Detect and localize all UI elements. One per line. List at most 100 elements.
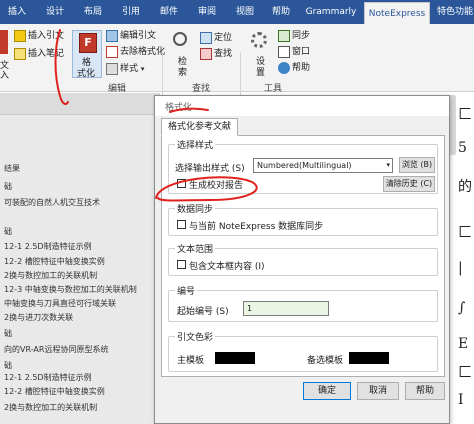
nav-item[interactable]: 础 — [4, 360, 12, 371]
style-label: 样式 — [120, 64, 139, 74]
text-range-section-title: 文本范围 — [175, 242, 216, 255]
style-dropdown[interactable]: 样式 ▾ — [106, 61, 144, 75]
edit-citation-button[interactable]: 编辑引文 — [106, 28, 156, 42]
numbering-section-title: 编号 — [175, 284, 198, 297]
sync-button[interactable]: 同步 — [278, 28, 310, 42]
primary-color-swatch[interactable] — [215, 352, 255, 364]
tab-view[interactable]: 视图 — [228, 0, 262, 24]
document-glyph: E — [458, 336, 469, 352]
nav-item[interactable]: 中轴变换与刀具直径可行域关联 — [4, 298, 116, 309]
remove-format-label: 去除格式化 — [120, 47, 166, 57]
include-textbox-checkbox[interactable] — [177, 260, 186, 269]
style-icon — [106, 62, 118, 75]
style-section: 选择样式 选择输出样式 (S) Numbered(Multilingual) ▾… — [168, 138, 438, 194]
nav-item[interactable]: 结果 — [4, 163, 20, 174]
nav-item[interactable]: 12-2 槽腔特征中轴变换实例 — [4, 386, 105, 397]
insert-note-button[interactable]: 插入笔记 — [14, 46, 64, 60]
insert-citation-button[interactable]: 插入引文 — [14, 28, 64, 42]
cancel-button[interactable]: 取消 — [357, 382, 399, 400]
help-icon — [278, 61, 290, 74]
insert-citation-label: 插入引文 — [28, 31, 65, 41]
navigation-pane-header — [0, 93, 160, 115]
data-sync-section: 数据同步 与当前 NoteExpress 数据库同步 — [168, 202, 438, 236]
generate-report-label[interactable]: 生成校对报告 — [189, 178, 243, 191]
document-glyph: 匚 — [458, 365, 472, 381]
find-label: 查找 — [214, 49, 233, 59]
help-label: 帮助 — [292, 63, 311, 73]
remove-format-button[interactable]: 去除格式化 — [106, 44, 165, 58]
chevron-down-icon: ▾ — [140, 65, 145, 73]
search-icon — [173, 32, 187, 46]
format-icon: F — [79, 33, 97, 53]
clear-history-button[interactable]: 清除历史 (C) — [383, 176, 435, 192]
sync-database-label[interactable]: 与当前 NoteExpress 数据库同步 — [189, 219, 323, 232]
nav-item[interactable]: 础 — [4, 328, 12, 339]
nav-item[interactable]: 础 — [4, 181, 12, 192]
edit-citation-label: 编辑引文 — [120, 31, 157, 41]
tab-grammarly[interactable]: Grammarly — [300, 0, 362, 24]
find-button[interactable]: 查找 — [200, 46, 232, 60]
primary-template-label: 主模板 — [177, 356, 205, 366]
locate-button[interactable]: 定位 — [200, 30, 232, 44]
locate-label: 定位 — [214, 33, 233, 43]
numbering-section: 编号 起始编号 (S) 1 — [168, 284, 438, 322]
help-dialog-button[interactable]: 帮助 — [405, 382, 445, 400]
nav-item[interactable]: 12-1 2.5D制造特征示例 — [4, 372, 92, 383]
tab-noteexpress[interactable]: NoteExpress — [364, 2, 430, 24]
nav-item[interactable]: 2换与数控加工的关联机制 — [4, 270, 97, 281]
window-button[interactable]: 窗口 — [278, 44, 310, 58]
nav-item[interactable]: 2换与进刀次数关联 — [4, 312, 73, 323]
browse-button[interactable]: 浏览 (B) — [399, 157, 435, 173]
tab-insert[interactable]: 插入 — [0, 0, 34, 24]
insert-note-label: 插入笔记 — [28, 49, 65, 59]
alternate-template-label: 备选模板 — [307, 356, 344, 366]
help-button[interactable]: 帮助 — [278, 60, 310, 74]
tab-layout[interactable]: 布局 — [76, 0, 110, 24]
output-style-label: 选择输出样式 (S) — [175, 164, 245, 174]
data-sync-section-title: 数据同步 — [175, 202, 216, 215]
insert-doc-icon[interactable] — [0, 30, 8, 54]
document-glyph: | — [458, 260, 463, 276]
document-glyph: 匚 — [458, 225, 472, 241]
window-label: 窗口 — [292, 47, 311, 57]
tab-design[interactable]: 设计 — [38, 0, 72, 24]
gear-icon — [251, 32, 267, 48]
format-button[interactable]: F 格 式化 — [72, 30, 102, 79]
window-icon — [278, 45, 290, 58]
generate-report-checkbox[interactable] — [177, 179, 186, 188]
start-number-input[interactable]: 1 — [243, 301, 329, 316]
nav-item[interactable]: 12-1 2.5D制造特征示例 — [4, 241, 92, 252]
sync-database-checkbox[interactable] — [177, 220, 186, 229]
nav-item[interactable]: 可装配的自然人机交互技术 — [4, 197, 100, 208]
document-glyph: 匚 — [458, 107, 472, 123]
search-button[interactable]: 检 索 — [170, 30, 194, 78]
nav-item[interactable]: 12-3 中轴变换与数控加工的关联机制 — [4, 284, 137, 295]
chevron-down-icon: ▾ — [386, 161, 390, 169]
tab-format-references[interactable]: 格式化参考文献 — [161, 118, 239, 136]
alternate-color-swatch[interactable] — [349, 352, 389, 364]
style-section-title: 选择样式 — [175, 138, 216, 151]
tab-mailings[interactable]: 邮件 — [152, 0, 186, 24]
nav-item[interactable]: 础 — [4, 226, 12, 237]
output-style-select[interactable]: Numbered(Multilingual) ▾ — [253, 158, 393, 173]
dialog-panel: 选择样式 选择输出样式 (S) Numbered(Multilingual) ▾… — [161, 135, 445, 377]
tab-review[interactable]: 审阅 — [190, 0, 224, 24]
document-glyph: ∫ — [458, 300, 466, 316]
edit-citation-icon — [106, 29, 118, 42]
include-textbox-label[interactable]: 包含文本框内容 (I) — [189, 259, 265, 272]
ribbon: 文 入 插入引文 插入笔记 F 格 式化 编辑引文 去除格式化 样式 ▾ 编辑 … — [0, 24, 474, 114]
tab-special-features[interactable]: 特色功能 — [432, 0, 474, 24]
nav-item[interactable]: 向的VR-AR远程协同原型系统 — [4, 344, 108, 355]
group-label-find: 查找 — [192, 84, 211, 94]
format-dialog: 格式化 格式化参考文献 选择样式 选择输出样式 (S) Numbered(Mul… — [154, 95, 450, 424]
nav-item[interactable]: 2换与数控加工的关联机制 — [4, 402, 97, 413]
citation-color-section-title: 引文色彩 — [175, 330, 216, 343]
dialog-title-bar[interactable]: 格式化 — [155, 96, 449, 116]
ok-button[interactable]: 确定 — [303, 382, 351, 400]
nav-item[interactable]: 12-2 槽腔特征中轴变换实例 — [4, 256, 105, 267]
ribbon-tab-bar: 插入 设计 布局 引用 邮件 审阅 视图 帮助 Grammarly NoteEx… — [0, 0, 474, 24]
tab-references[interactable]: 引用 — [114, 0, 148, 24]
sync-label: 同步 — [292, 31, 311, 41]
settings-button[interactable]: 设 置 — [248, 30, 272, 78]
tab-help[interactable]: 帮助 — [264, 0, 298, 24]
